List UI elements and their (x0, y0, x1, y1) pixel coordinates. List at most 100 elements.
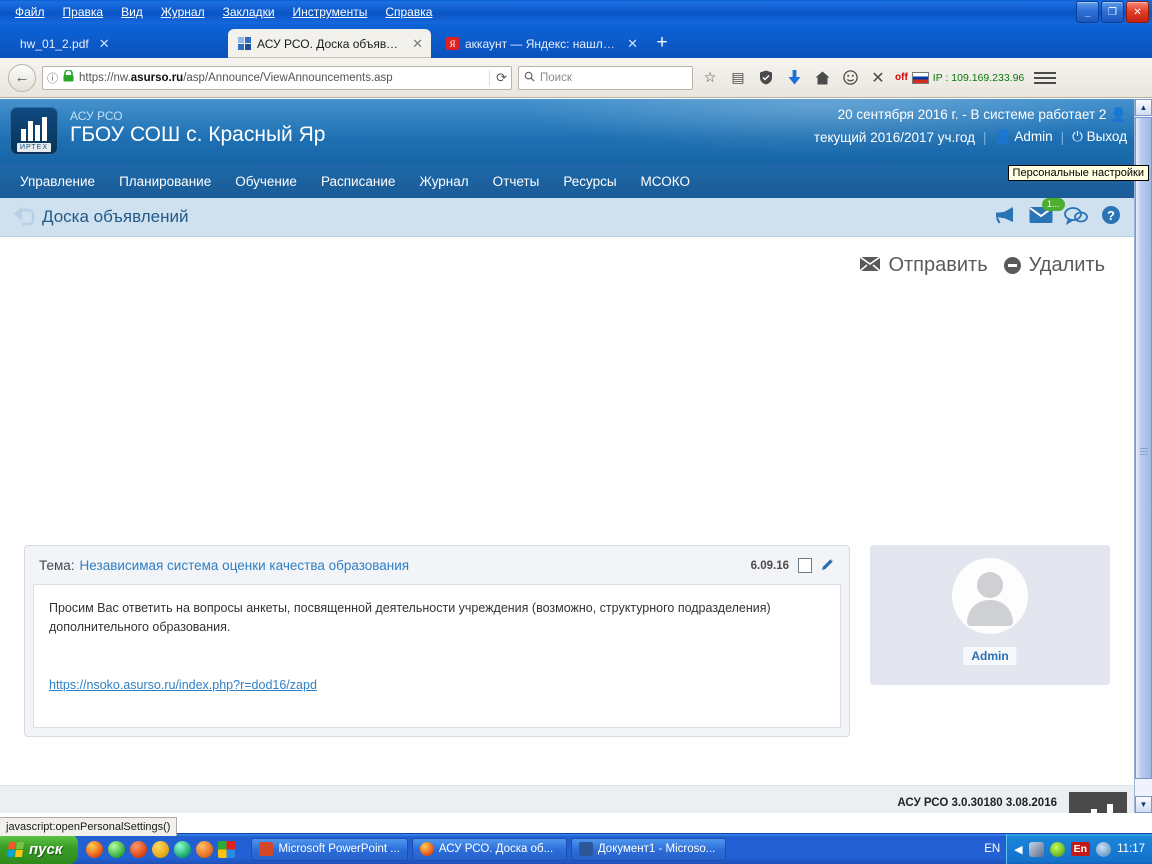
firefox-icon[interactable] (86, 840, 104, 858)
smiley-icon[interactable] (839, 65, 861, 91)
nav-item-planirovanie[interactable]: Планирование (107, 174, 223, 189)
browser-tab-2-close-icon[interactable]: ✕ (412, 36, 423, 52)
nav-item-zhurnal[interactable]: Журнал (407, 174, 480, 189)
announcement-subject[interactable]: Независимая система оценки качества обра… (80, 558, 410, 573)
home-icon[interactable] (811, 65, 833, 91)
mail-icon[interactable]: 1... (1029, 198, 1065, 228)
search-icon (524, 69, 535, 87)
nav-item-resursy[interactable]: Ресурсы (551, 174, 628, 189)
settings-tooltip: Персональные настройки (1007, 165, 1149, 181)
nav-item-otchety[interactable]: Отчеты (481, 174, 552, 189)
nav-item-obuchenie[interactable]: Обучение (223, 174, 309, 189)
page-title-bar: Доска объявлений 1... ? (0, 198, 1135, 237)
close-button[interactable]: ✕ (1126, 1, 1149, 23)
hamburger-icon[interactable] (1034, 71, 1057, 84)
logout-link[interactable]: ⏻ Выход (1072, 129, 1127, 145)
page-back-button[interactable] (10, 204, 36, 230)
browser-tab-1-label: hw_01_2.pdf (20, 36, 89, 51)
shield-icon[interactable] (755, 65, 777, 91)
author-card: Admin (870, 545, 1110, 685)
window-controls: _ ❐ ✕ (1076, 1, 1149, 23)
browser-window: _ ❐ ✕ Файл Правка Вид Журнал Закладки Ин… (0, 0, 1152, 864)
antivirus-icon[interactable] (1049, 841, 1065, 857)
ip-indicator[interactable]: off IP : 109.169.233.96 (895, 71, 1024, 84)
help-icon[interactable]: ? (1099, 202, 1123, 228)
keyboard-layout-indicator[interactable]: En (1070, 842, 1091, 856)
scrollbar-thumb[interactable] (1135, 117, 1152, 779)
menu-file[interactable]: Файл (6, 3, 54, 21)
network-icon[interactable] (1028, 841, 1044, 857)
chat-icon[interactable] (1064, 202, 1088, 228)
media-player-icon[interactable] (130, 840, 148, 858)
taskbar-item-powerpoint[interactable]: Microsoft PowerPoint ... (251, 837, 408, 861)
opera-icon[interactable] (174, 840, 192, 858)
taskbar-clock[interactable]: 11:17 (1117, 843, 1145, 855)
send-button[interactable]: Отправить (859, 254, 988, 277)
menu-edit[interactable]: Правка (54, 3, 113, 21)
school-name-label: ГБОУ СОШ с. Красный Яр (70, 123, 326, 146)
taskbar-item-word[interactable]: Документ1 - Microso... (570, 837, 726, 861)
address-bar[interactable]: ⓘ https://nw.asurso.ru/asp/Announce/View… (42, 65, 512, 90)
minimize-icon: _ (1084, 6, 1091, 18)
yandex-favicon: Я (446, 37, 459, 50)
restore-button[interactable]: ❐ (1101, 1, 1124, 23)
browser-tab-1[interactable]: hw_01_2.pdf ✕ (10, 29, 225, 58)
nav-item-msoko[interactable]: МСОКО (629, 174, 702, 189)
footer-irtech-logo: ИРТЕХ (1069, 792, 1127, 813)
x-icon[interactable]: ✕ (867, 65, 889, 91)
url-domain: asurso.ru (130, 71, 184, 84)
delete-button[interactable]: Удалить (1003, 254, 1105, 277)
menu-tools[interactable]: Инструменты (284, 3, 377, 21)
pencil-icon[interactable] (821, 557, 835, 574)
taskbar-item-asurso[interactable]: АСУ РСО. Доска об... (411, 837, 567, 861)
show-desktop-icon[interactable] (218, 840, 236, 858)
account-link[interactable]: 👤 Admin (995, 129, 1053, 145)
windows-taskbar: пуск Microsoft PowerPoint ... АСУ РСО. Д… (0, 833, 1152, 864)
announcement-card: Тема: Независимая система оценки качеств… (24, 545, 850, 737)
system-tray: ◀ En 11:17 (1006, 834, 1152, 864)
ie-icon[interactable] (108, 840, 126, 858)
nav-item-raspisanie[interactable]: Расписание (309, 174, 407, 189)
menu-help[interactable]: Справка (376, 3, 441, 21)
logout-label: Выход (1086, 129, 1127, 144)
menu-help-label: Справка (385, 5, 433, 19)
menu-view[interactable]: Вид (112, 3, 152, 21)
firefox-icon (419, 842, 434, 856)
browser-tab-2[interactable]: АСУ РСО. Доска объявлений ✕ (228, 29, 431, 58)
scroll-down-button[interactable]: ▼ (1135, 796, 1152, 813)
lock-icon (63, 68, 74, 87)
account-name-label: Admin (1014, 129, 1053, 144)
url-prefix: https://nw. (79, 71, 131, 84)
minimize-button[interactable]: _ (1076, 1, 1099, 23)
school-year-label: текущий 2016/2017 уч.год (813, 129, 976, 145)
megaphone-icon[interactable] (994, 202, 1018, 228)
announcement-checkbox[interactable] (798, 558, 812, 573)
search-box[interactable]: Поиск (518, 65, 693, 90)
header-account-row: текущий 2016/2017 уч.год | 👤 Admin | ⏻ В… (814, 129, 1127, 145)
browser-tab-1-close-icon[interactable]: ✕ (99, 36, 110, 52)
chrome-icon[interactable] (152, 840, 170, 858)
scroll-up-button[interactable]: ▲ (1135, 99, 1152, 116)
volume-icon[interactable] (1096, 841, 1112, 857)
download-icon[interactable] (783, 65, 805, 91)
start-button[interactable]: пуск (0, 834, 79, 864)
page-info-icon[interactable]: ⓘ (47, 70, 58, 86)
taskbar-item-powerpoint-label: Microsoft PowerPoint ... (278, 843, 400, 855)
browser-tab-3[interactable]: Я аккаунт — Яндекс: нашлос... ✕ (436, 29, 646, 58)
close-icon: ✕ (1133, 6, 1142, 18)
browser-tab-3-close-icon[interactable]: ✕ (627, 36, 638, 52)
nav-item-upravlenie[interactable]: Управление (8, 174, 107, 189)
delete-label: Удалить (1028, 254, 1105, 276)
power-icon: ⏻ (1072, 129, 1083, 144)
reading-list-icon[interactable]: ▤ (727, 65, 749, 91)
new-tab-button[interactable]: + (652, 33, 672, 54)
star-icon[interactable]: ☆ (699, 65, 721, 91)
menu-bookmarks[interactable]: Закладки (214, 3, 284, 21)
firefox2-icon[interactable] (196, 840, 214, 858)
announcement-link[interactable]: https://nsoko.asurso.ru/index.php?r=dod1… (49, 678, 825, 692)
menu-history[interactable]: Журнал (152, 3, 214, 21)
tray-expand-icon[interactable]: ◀ (1014, 843, 1022, 856)
page-scrollbar[interactable]: ▲ ▼ (1134, 99, 1152, 813)
reload-icon[interactable]: ⟳ (489, 69, 507, 86)
back-button[interactable]: ← (8, 63, 36, 92)
